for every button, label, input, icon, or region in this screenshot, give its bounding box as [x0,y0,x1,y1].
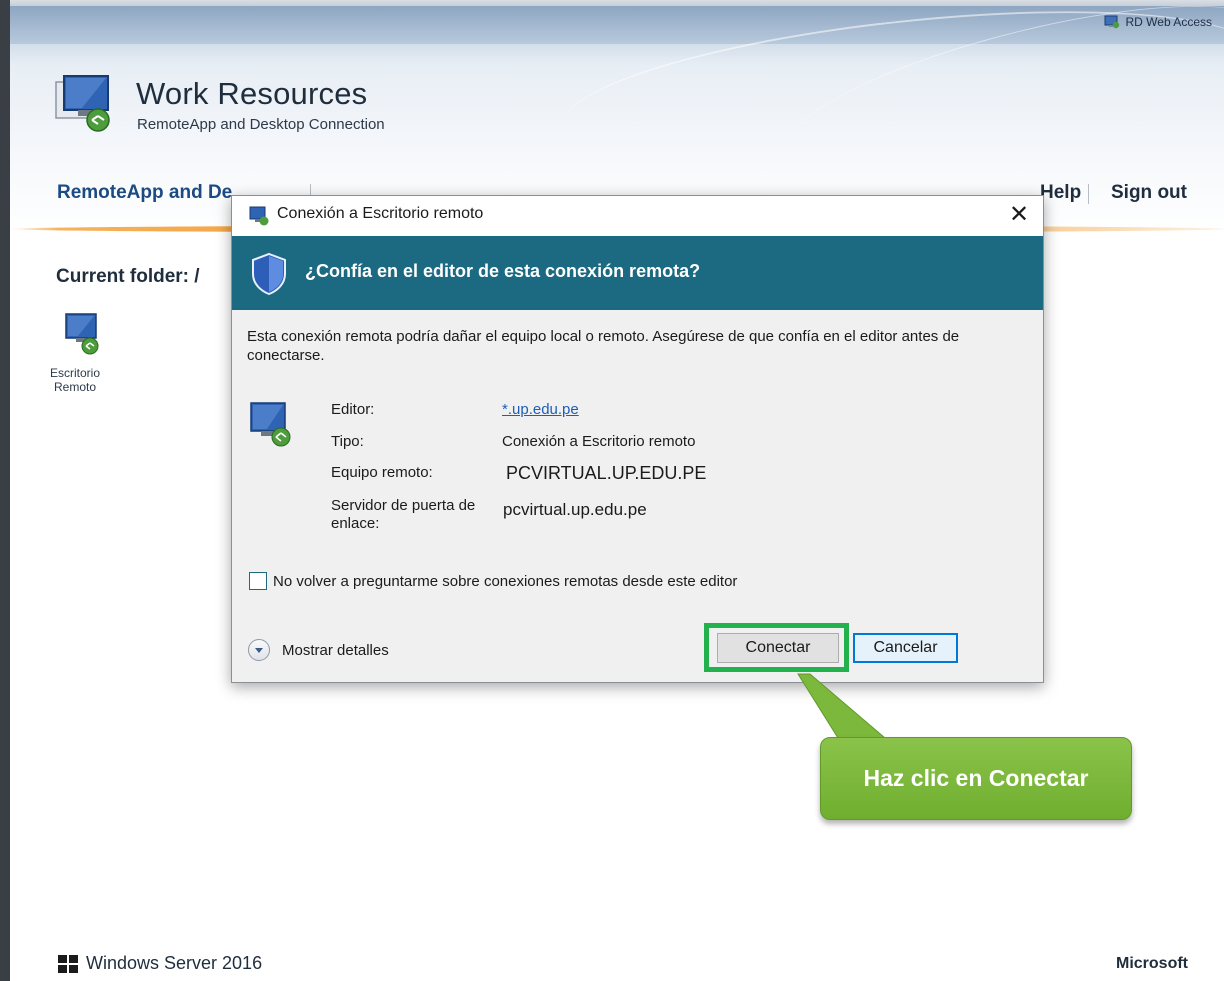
windows-logo-icon [58,954,78,973]
page: RD Web Access Work Resources RemoteApp a… [0,0,1224,981]
resource-label[interactable]: Escritorio Remoto [40,366,110,394]
servidor-label: Servidor de puerta de enlace: [331,497,476,532]
chevron-down-icon[interactable] [248,639,270,661]
dont-ask-again-label[interactable]: No volver a preguntarme sobre conexiones… [273,573,737,590]
dialog-banner: ¿Confía en el editor de esta conexión re… [232,236,1043,310]
dont-ask-again-row[interactable]: No volver a preguntarme sobre conexiones… [249,572,737,590]
banner-question: ¿Confía en el editor de esta conexión re… [305,261,701,281]
callout-pointer [797,673,887,739]
rd-web-access-link[interactable]: RD Web Access [1104,15,1212,29]
shield-icon [252,252,286,296]
equipo-value: PCVIRTUAL.UP.EDU.PE [506,463,707,483]
dialog-title: Conexión a Escritorio remoto [277,205,484,222]
footer-os-label: Windows Server 2016 [86,953,263,973]
footer-brand: Microsoft [1116,955,1188,972]
dialog-titlebar: Conexión a Escritorio remoto ✕ [232,196,1043,236]
remote-desktop-icon [55,75,110,132]
remote-desktop-resource-icon[interactable] [58,312,104,358]
editor-value-link[interactable]: *.up.edu.pe [502,401,579,418]
tipo-label: Tipo: [331,433,364,450]
connect-highlight-box [704,623,849,672]
app-title: Work Resources [136,76,368,111]
remote-connection-dialog: Conexión a Escritorio remoto ✕ ¿Confía e… [231,195,1044,683]
current-folder-label: Current folder: / [56,266,200,287]
window-left-edge [0,0,10,981]
tab-remoteapp-desktops[interactable]: RemoteApp and De [57,182,232,204]
dialog-message: Esta conexión remota podría dañar el equ… [247,328,960,364]
cancel-button[interactable]: Cancelar [853,633,958,663]
rd-web-access-icon [1104,15,1119,29]
dont-ask-again-checkbox[interactable] [249,572,267,590]
help-link[interactable]: Help [1040,182,1081,204]
tipo-value: Conexión a Escritorio remoto [502,433,696,450]
editor-label: Editor: [331,401,375,418]
show-details-toggle[interactable]: Mostrar detalles [248,639,389,661]
close-icon[interactable]: ✕ [1003,200,1035,230]
sign-out-link[interactable]: Sign out [1111,182,1187,204]
instruction-callout: Haz clic en Conectar [820,737,1132,820]
footer-os: Windows Server 2016 [58,953,262,974]
equipo-label: Equipo remoto: [331,464,433,481]
nav-divider-2 [1088,184,1089,204]
servidor-value: pcvirtual.up.edu.pe [503,500,647,519]
remote-desktop-icon [250,402,291,447]
show-details-label[interactable]: Mostrar detalles [282,642,389,659]
rd-web-access-label: RD Web Access [1125,15,1212,29]
remote-desktop-title-icon [249,206,269,226]
app-subtitle: RemoteApp and Desktop Connection [137,116,385,133]
